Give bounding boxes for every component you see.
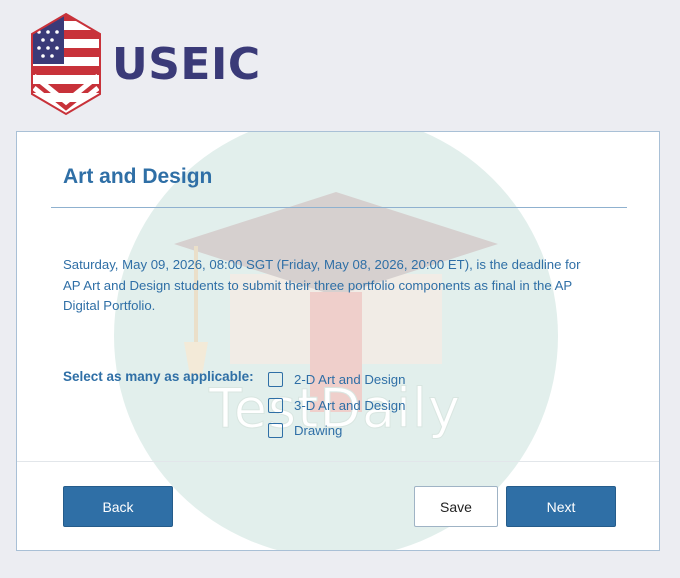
title-divider (51, 207, 627, 208)
back-button[interactable]: Back (63, 486, 173, 527)
checkbox-2d-art[interactable] (268, 372, 283, 388)
deadline-notice: Saturday, May 09, 2026, 08:00 SGT (Frida… (63, 257, 581, 313)
option-label: Drawing (294, 423, 343, 439)
option-3d-art[interactable]: 3-D Art and Design (268, 393, 405, 419)
page-title: Art and Design (63, 165, 213, 188)
art-design-card: TestDaily Art and Design Saturday, May 0… (16, 131, 660, 551)
select-instruction-label: Select as many as applicable: (63, 369, 254, 384)
option-2d-art[interactable]: 2-D Art and Design (268, 367, 405, 393)
option-label: 3-D Art and Design (294, 397, 406, 413)
footer-divider (17, 461, 659, 462)
portfolio-options: 2-D Art and Design 3-D Art and Design Dr… (268, 367, 405, 444)
save-button[interactable]: Save (414, 486, 498, 527)
usa-flag-logo-icon (31, 12, 101, 116)
checkbox-drawing[interactable] (268, 423, 283, 439)
logo: USEIC (30, 12, 261, 116)
checkbox-3d-art[interactable] (268, 397, 283, 413)
logo-text: USEIC (112, 38, 261, 90)
option-label: 2-D Art and Design (294, 372, 406, 388)
option-drawing[interactable]: Drawing (268, 418, 405, 444)
next-button[interactable]: Next (506, 486, 616, 527)
